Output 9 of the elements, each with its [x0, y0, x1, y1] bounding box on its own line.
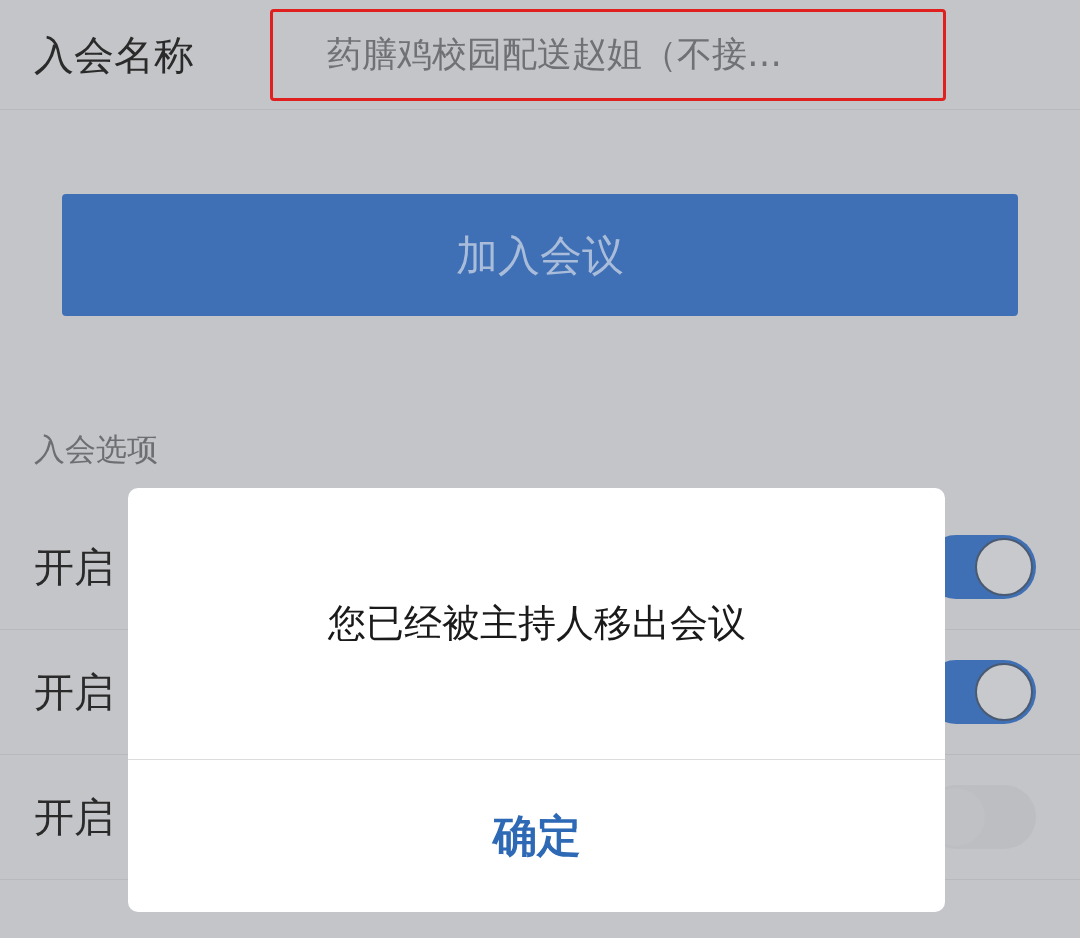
option-label: 开启 [34, 792, 114, 842]
confirm-button[interactable]: 确定 [128, 760, 945, 912]
field-label: 入会名称 [34, 30, 195, 80]
option-label: 开启 [34, 667, 114, 717]
name-field[interactable]: 药膳鸡校园配送赵姐（不接… [270, 8, 946, 101]
option-label: 开启 [34, 542, 114, 592]
join-meeting-button[interactable]: 加入会议 [62, 194, 1018, 316]
section-title: 入会选项 [33, 430, 159, 469]
dialog-message: 您已经被主持人移出会议 [327, 600, 746, 647]
